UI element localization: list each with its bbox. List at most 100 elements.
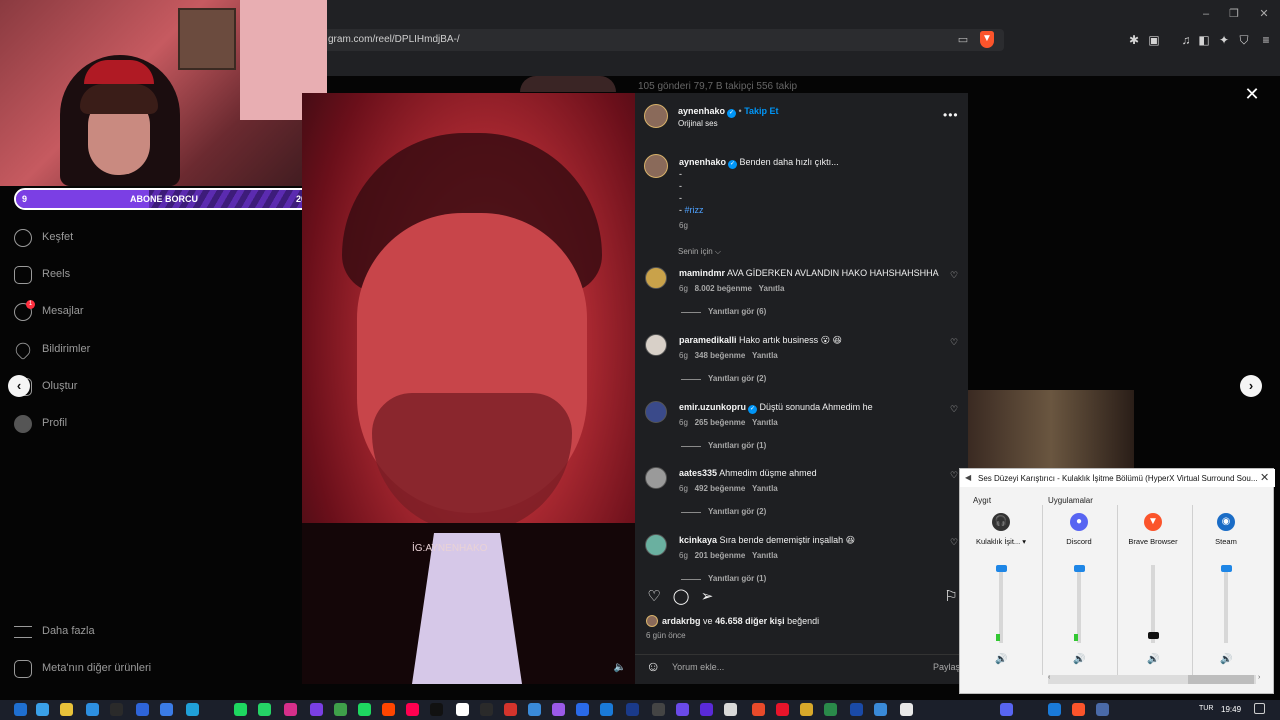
taskbar-app-icon[interactable]: [1072, 703, 1085, 716]
taskbar-app-icon[interactable]: [234, 703, 247, 716]
scroll-right-icon[interactable]: ›: [1258, 674, 1260, 681]
taskbar-app-icon[interactable]: [626, 703, 639, 716]
taskbar-app-icon[interactable]: [284, 703, 297, 716]
taskbar-app-icon[interactable]: [456, 703, 469, 716]
comment-icon[interactable]: ◯: [672, 588, 690, 606]
mute-toggle-icon[interactable]: 🔊: [1073, 654, 1085, 665]
author-avatar[interactable]: [644, 104, 668, 128]
close-modal-button[interactable]: ✕: [1242, 84, 1262, 104]
taskbar-app-icon[interactable]: [576, 703, 589, 716]
taskbar-app-icon[interactable]: [724, 703, 737, 716]
comment-likes[interactable]: 201 beğenme: [695, 551, 746, 560]
taskbar-app-icon[interactable]: [652, 703, 665, 716]
address-bar[interactable]: gram.com/reel/DPLIHmdjBA-/: [316, 29, 1004, 51]
reply-button[interactable]: Yanıtla: [752, 484, 778, 493]
mute-toggle-icon[interactable]: 🔊: [995, 654, 1007, 665]
reel-video[interactable]: İG:AYNENHAKO 🔈: [302, 93, 635, 684]
reply-button[interactable]: Yanıtla: [752, 418, 778, 427]
view-replies-button[interactable]: Yanıtları gör (1): [708, 574, 766, 583]
mute-toggle-icon[interactable]: 🔊: [1147, 654, 1159, 665]
language-indicator[interactable]: TUR: [1199, 705, 1213, 712]
close-window-button[interactable]: ✕: [1254, 6, 1274, 22]
taskbar-app-icon[interactable]: [186, 703, 199, 716]
taskbar-app-icon[interactable]: [36, 703, 49, 716]
minimize-button[interactable]: –: [1196, 6, 1216, 22]
channel-label[interactable]: Kulaklık İşit... ▾: [966, 537, 1036, 546]
sidebar-item-profile[interactable]: Profil: [14, 412, 214, 436]
taskbar-app-icon[interactable]: [86, 703, 99, 716]
cast-icon[interactable]: ▭: [956, 33, 970, 47]
taskbar-app-icon[interactable]: [504, 703, 517, 716]
author-username[interactable]: aynenhako ✓ • Takip Et: [678, 106, 779, 118]
comment-likes[interactable]: 265 beğenme: [695, 418, 746, 427]
taskbar-app-icon[interactable]: [480, 703, 493, 716]
sidebar-item-create[interactable]: Oluştur: [14, 375, 214, 399]
reply-button[interactable]: Yanıtla: [752, 551, 778, 560]
taskbar-app-icon[interactable]: [258, 703, 271, 716]
taskbar-app-icon[interactable]: [136, 703, 149, 716]
taskbar-app-icon[interactable]: [334, 703, 347, 716]
comment-like-icon[interactable]: ♡: [950, 470, 958, 481]
comment-avatar[interactable]: [645, 334, 667, 356]
volume-slider-thumb[interactable]: [1074, 565, 1085, 572]
volume-slider-track[interactable]: [1224, 565, 1228, 643]
brave-shield-icon[interactable]: ▼: [980, 31, 994, 48]
taskbar-app-icon[interactable]: [14, 703, 27, 716]
leo-ai-icon[interactable]: ✦: [1216, 32, 1232, 48]
emoji-icon[interactable]: ☺: [646, 658, 660, 674]
view-replies-button[interactable]: Yanıtları gör (6): [708, 307, 766, 316]
comment-username[interactable]: emir.uzunkopru: [679, 402, 746, 412]
next-post-button[interactable]: ›: [1240, 375, 1262, 397]
wallet-icon[interactable]: ▣: [1146, 32, 1162, 48]
volume-slider-track[interactable]: [1151, 565, 1155, 643]
comment-like-icon[interactable]: ♡: [950, 537, 958, 548]
sidebar-item-meta-products[interactable]: Meta'nın diğer ürünleri: [14, 657, 214, 681]
view-replies-button[interactable]: Yanıtları gör (1): [708, 441, 766, 450]
taskbar-app-icon[interactable]: [600, 703, 613, 716]
taskbar-app-icon[interactable]: [430, 703, 443, 716]
comment-avatar[interactable]: [645, 534, 667, 556]
taskbar-app-icon[interactable]: [528, 703, 541, 716]
taskbar-app-icon[interactable]: [160, 703, 173, 716]
mute-toggle-icon[interactable]: 🔊: [1220, 654, 1232, 665]
horizontal-scrollbar[interactable]: [1048, 675, 1256, 684]
taskbar-app-icon[interactable]: [1048, 703, 1061, 716]
taskbar-app-icon[interactable]: [1096, 703, 1109, 716]
vpn-icon[interactable]: ⛉: [1236, 32, 1252, 48]
taskbar-app-icon[interactable]: [700, 703, 713, 716]
comment-filter[interactable]: Senin için ⌵: [678, 247, 721, 257]
audio-label[interactable]: Orijinal ses: [678, 119, 718, 128]
taskbar-app-icon[interactable]: [800, 703, 813, 716]
scrollbar-thumb[interactable]: [1188, 675, 1254, 684]
comment-like-icon[interactable]: ♡: [950, 404, 958, 415]
comment-likes[interactable]: 8.002 beğenme: [695, 284, 752, 293]
more-options-icon[interactable]: •••: [943, 108, 959, 122]
comment-avatar[interactable]: [645, 401, 667, 423]
clock[interactable]: 19:49: [1221, 705, 1241, 714]
comment-like-icon[interactable]: ♡: [950, 337, 958, 348]
caption-avatar[interactable]: [644, 154, 668, 178]
taskbar-app-icon[interactable]: [752, 703, 765, 716]
author-name[interactable]: aynenhako: [678, 106, 725, 116]
taskbar-app-icon[interactable]: [874, 703, 887, 716]
comment-like-icon[interactable]: ♡: [950, 270, 958, 281]
sidebar-item-notifications[interactable]: Bildirimler: [12, 338, 214, 362]
volume-slider-track[interactable]: [1077, 565, 1081, 643]
taskbar-app-icon[interactable]: [552, 703, 565, 716]
sidebar-item-reels[interactable]: Reels: [14, 263, 214, 287]
taskbar-app-icon[interactable]: [776, 703, 789, 716]
likes-count[interactable]: 46.658 diğer kişi: [715, 616, 785, 626]
follow-button[interactable]: Takip Et: [744, 106, 778, 116]
volume-slider-thumb[interactable]: [1148, 632, 1159, 640]
post-comment-button[interactable]: Paylaş: [933, 662, 960, 672]
view-replies-button[interactable]: Yanıtları gör (2): [708, 507, 766, 516]
previous-post-button[interactable]: ‹: [8, 375, 30, 397]
volume-slider-thumb[interactable]: [1221, 565, 1232, 572]
mixer-close-button[interactable]: ✕: [1260, 471, 1269, 484]
comment-username[interactable]: aates335: [679, 468, 717, 478]
comment-avatar[interactable]: [645, 267, 667, 289]
comment-likes[interactable]: 348 beğenme: [695, 351, 746, 360]
like-icon[interactable]: ♡: [645, 588, 663, 606]
reply-button[interactable]: Yanıtla: [759, 284, 785, 293]
share-icon[interactable]: ➢: [698, 588, 716, 606]
